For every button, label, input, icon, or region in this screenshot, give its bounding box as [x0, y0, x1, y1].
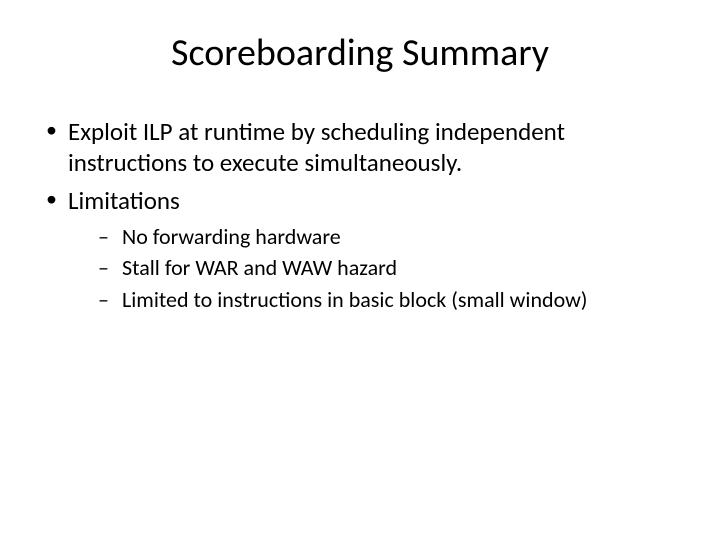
sub-bullet-item: No forwarding hardware — [68, 222, 680, 252]
bullet-item: Exploit ILP at runtime by scheduling ind… — [40, 116, 680, 179]
sub-bullet-list: No forwarding hardware Stall for WAR and… — [68, 222, 680, 315]
slide: Scoreboarding Summary Exploit ILP at run… — [0, 0, 720, 540]
bullet-list: Exploit ILP at runtime by scheduling ind… — [40, 116, 680, 315]
sub-bullet-text: Stall for WAR and WAW hazard — [122, 254, 397, 281]
sub-bullet-text: No forwarding hardware — [122, 223, 341, 250]
sub-bullet-text: Limited to instructions in basic block (… — [122, 286, 587, 313]
slide-title: Scoreboarding Summary — [40, 30, 680, 76]
sub-bullet-item: Limited to instructions in basic block (… — [68, 285, 680, 315]
bullet-item: Limitations No forwarding hardware Stall… — [40, 185, 680, 315]
bullet-text: Limitations — [68, 185, 180, 216]
bullet-text: Exploit ILP at runtime by scheduling ind… — [68, 116, 565, 178]
sub-bullet-item: Stall for WAR and WAW hazard — [68, 253, 680, 283]
